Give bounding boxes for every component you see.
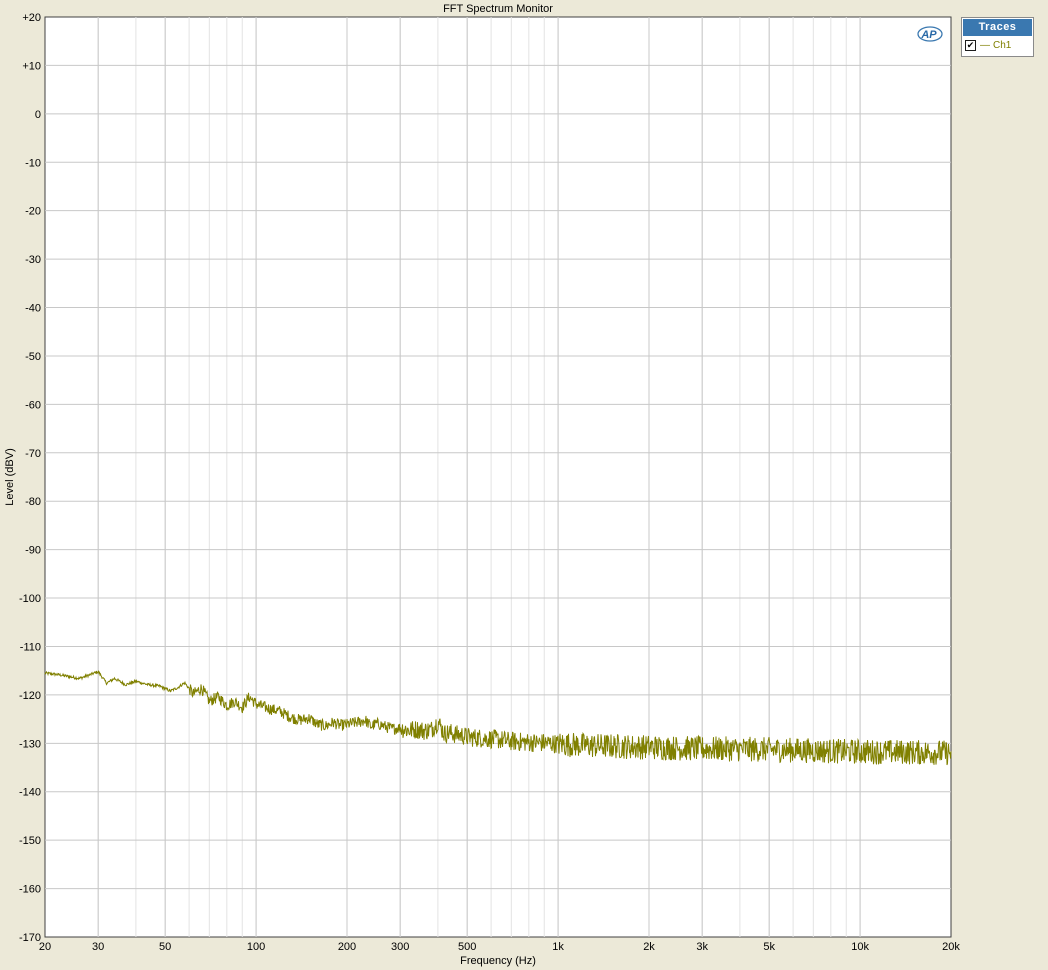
y-tick-label: -120	[19, 690, 41, 702]
x-tick-label: 30	[92, 941, 104, 953]
y-tick-label: +20	[22, 12, 41, 24]
x-tick-label: 3k	[696, 941, 708, 953]
x-tick-label: 100	[247, 941, 265, 953]
x-tick-label: 200	[338, 941, 356, 953]
x-axis-label: Frequency (Hz)	[460, 955, 536, 967]
y-tick-label: -10	[25, 157, 41, 169]
y-tick-label: -90	[25, 545, 41, 557]
plot-area	[44, 16, 952, 938]
ap-logo-text: AP	[920, 29, 937, 41]
y-tick-label: -60	[25, 399, 41, 411]
trace-ch1-line-swatch: —	[980, 39, 990, 51]
x-tick-label: 5k	[763, 941, 775, 953]
trace-ch1-checkbox[interactable]: ✔	[965, 39, 976, 51]
y-tick-label: -150	[19, 835, 41, 847]
x-tick-label: 500	[458, 941, 476, 953]
y-axis-label: Level (dBV)	[4, 448, 16, 505]
x-tick-label: 10k	[851, 941, 869, 953]
x-tick-label: 1k	[552, 941, 564, 953]
traces-panel-title: Traces	[963, 19, 1032, 36]
chart-canvas: FFT Spectrum Monitor 20 30 50 100 200 300 500 1…	[4, 3, 960, 967]
y-tick-label: -140	[19, 787, 41, 799]
x-tick-label: 20k	[942, 941, 960, 953]
x-tick-label: 2k	[643, 941, 655, 953]
y-tick-label: -160	[19, 884, 41, 896]
y-tick-label: -80	[25, 496, 41, 508]
y-tick-label: -40	[25, 303, 41, 315]
y-tick-label: -100	[19, 593, 41, 605]
traces-panel: Traces ✔ — Ch1	[961, 17, 1034, 57]
x-tick-label: 300	[391, 941, 409, 953]
y-tick-label: -130	[19, 738, 41, 750]
y-tick-label: -30	[25, 254, 41, 266]
y-tick-label: -50	[25, 351, 41, 363]
y-tick-label: -70	[25, 448, 41, 460]
x-tick-labels: 20 30 50 100 200 300 500 1k 2k 3k 5k 10k 20k	[39, 941, 960, 953]
y-tick-label: -110	[20, 641, 41, 653]
chart-title: FFT Spectrum Monitor	[443, 3, 553, 15]
y-tick-labels: +20 +10 0 -10 -20 -30 -40 -50 -60 -70 -80 -90 -100 -1…	[19, 12, 41, 944]
trace-ch1-label: Ch1	[993, 39, 1012, 51]
x-tick-label: 50	[159, 941, 171, 953]
y-tick-label: +10	[22, 60, 41, 72]
y-tick-label: -20	[25, 206, 41, 218]
trace-item-ch1[interactable]: ✔ — Ch1	[962, 37, 1033, 53]
y-tick-label: 0	[35, 109, 41, 121]
y-tick-label: -170	[19, 932, 41, 944]
